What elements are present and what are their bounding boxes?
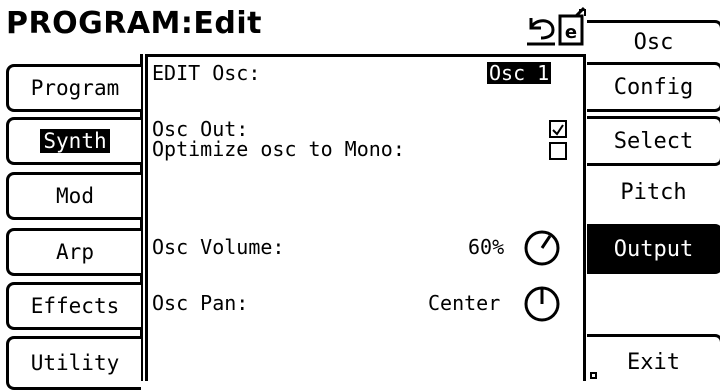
undo-icon[interactable] — [525, 14, 557, 46]
volume-knob-icon[interactable] — [520, 228, 564, 268]
tab-utility[interactable]: Utility — [6, 336, 141, 390]
osc-pan-label: Osc Pan: — [152, 291, 249, 315]
checkmark-icon — [552, 124, 564, 136]
tab-config[interactable]: Config — [587, 62, 720, 112]
tab-effects[interactable]: Effects — [6, 282, 141, 330]
exit-marker — [590, 372, 597, 379]
tab-arp[interactable]: Arp — [6, 228, 141, 276]
tab-exit[interactable]: Exit — [587, 334, 720, 387]
tab-output[interactable]: Output — [587, 224, 720, 274]
tab-select[interactable]: Select — [587, 116, 720, 166]
tab-synth[interactable]: Synth — [6, 117, 141, 165]
tab-osc[interactable]: Osc — [587, 20, 720, 61]
right-divider — [583, 54, 586, 381]
content-top-border — [145, 54, 585, 57]
tab-mod[interactable]: Mod — [6, 172, 141, 220]
osc-volume-label: Osc Volume: — [152, 235, 285, 259]
optimize-mono-label: Optimize osc to Mono: — [152, 137, 405, 161]
svg-text:e: e — [565, 22, 577, 43]
pan-knob-icon[interactable] — [520, 284, 564, 324]
osc-out-checkbox[interactable] — [549, 120, 567, 138]
optimize-mono-checkbox[interactable] — [549, 142, 567, 160]
tab-pitch[interactable]: Pitch — [587, 170, 720, 214]
edit-doc-icon[interactable]: e — [557, 6, 587, 46]
osc-pan-value: Center — [428, 291, 501, 315]
page-title: PROGRAM:Edit — [6, 6, 262, 41]
osc-volume-value: 60% — [468, 235, 505, 259]
edit-osc-value[interactable]: Osc 1 — [487, 62, 552, 84]
tab-program[interactable]: Program — [6, 64, 141, 112]
left-divider-inner — [145, 54, 148, 381]
edit-osc-label: EDIT Osc: — [152, 61, 261, 85]
